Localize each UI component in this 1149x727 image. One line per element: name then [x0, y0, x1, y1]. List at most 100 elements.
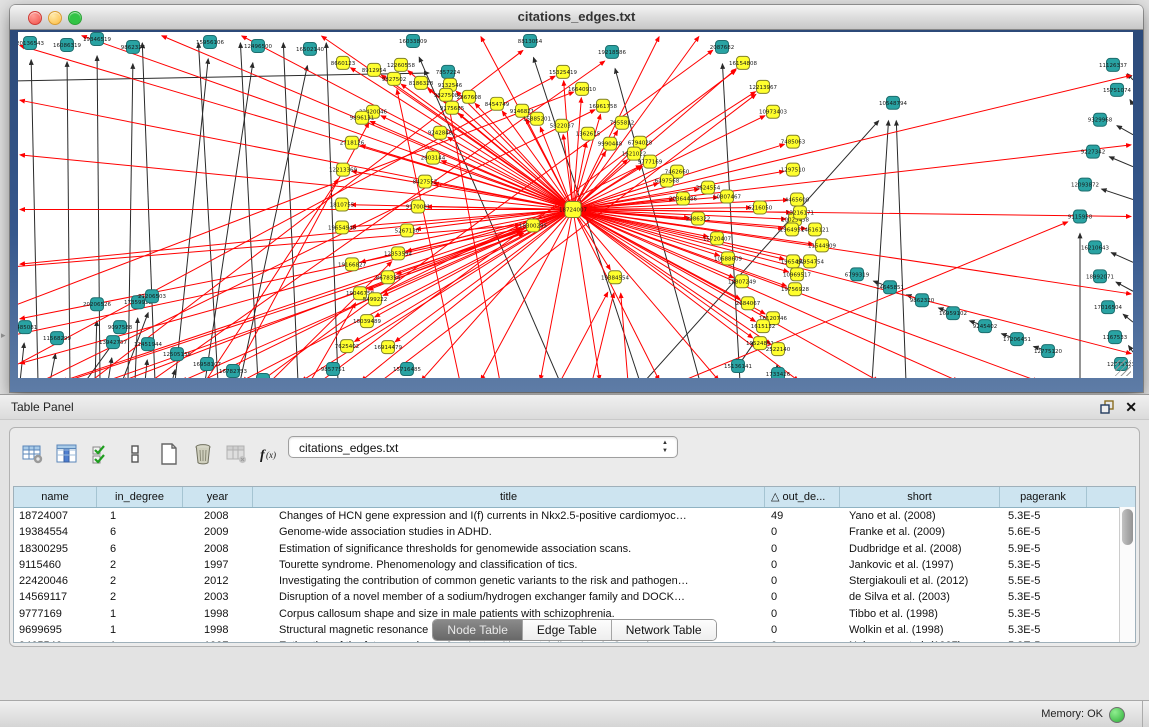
tab-node-table[interactable]: Node Table	[433, 620, 522, 640]
cell-year: 2012	[183, 573, 253, 589]
cell-pagerank: 5.6E-5	[1000, 524, 1087, 540]
node-label: 1810755	[330, 203, 355, 209]
desktop: citations_edges.txt 20136543160863191934…	[0, 0, 1149, 727]
cell-short: de Silva et al. (2003)	[840, 589, 1000, 605]
node-label: 18300295	[519, 223, 547, 229]
node-label: 16210643	[1081, 245, 1109, 251]
float-panel-icon[interactable]	[1099, 399, 1115, 415]
node-label: 15751074	[1103, 88, 1131, 94]
column-header-name[interactable]: name	[14, 487, 97, 507]
network-canvas[interactable]: 2013654316086319193465199862324159561061…	[18, 32, 1133, 378]
node-label: 18724007	[559, 207, 587, 213]
node-label: 15720407	[703, 236, 731, 242]
table-tabs: Node Table Edge Table Network Table	[0, 619, 1149, 640]
rows-icon[interactable]	[120, 440, 150, 468]
node-label: 15716485	[393, 367, 421, 373]
cell-in_degree: 1	[97, 508, 183, 524]
node-label: 18807249	[728, 279, 756, 285]
node-label: 5822037	[550, 124, 575, 130]
memory-indicator[interactable]	[1109, 707, 1125, 723]
citation-network-graph[interactable]: 2013654316086319193465199862324159561061…	[18, 32, 1133, 378]
node-label: 11451944	[134, 342, 162, 348]
node-label: 12213369	[329, 168, 357, 174]
column-header-out_de[interactable]: △ out_de...	[765, 487, 840, 507]
show-columns-icon[interactable]	[52, 440, 82, 468]
node-label: 11126337	[1099, 63, 1127, 69]
node-label: 9115958	[1068, 214, 1093, 220]
close-window-button[interactable]	[28, 11, 42, 25]
node-label: 12260558	[387, 63, 415, 69]
node-label: 10969517	[783, 272, 811, 278]
cell-title: Investigating the contribution of common…	[253, 573, 765, 589]
column-header-pagerank[interactable]: pagerank	[1000, 487, 1087, 507]
node-label: 1615132	[751, 324, 775, 330]
cell-short: Jankovic et al. (1997)	[840, 557, 1000, 573]
table-selector-dropdown[interactable]: citations_edges.txt ▲▼	[288, 436, 678, 458]
node-label: 17016504	[1094, 305, 1122, 311]
node-label: 10688609	[714, 256, 742, 262]
table-row[interactable]: 1872400712008Changes of HCN gene express…	[14, 508, 1135, 524]
tab-network-table[interactable]: Network Table	[611, 620, 716, 640]
node-label: 2684067	[736, 301, 761, 307]
table-row[interactable]: 911546021997Tourette syndrome. Phenomeno…	[14, 557, 1135, 573]
table-settings-icon[interactable]	[18, 440, 48, 468]
column-header-short[interactable]: short	[840, 487, 1000, 507]
cell-short: Stergiakouli et al. (2012)	[840, 573, 1000, 589]
cell-in_degree: 6	[97, 541, 183, 557]
node-label: 12775120	[1034, 349, 1062, 355]
cell-in_degree: 6	[97, 524, 183, 540]
column-header-title[interactable]: title	[253, 487, 765, 507]
node-label: 3915910	[18, 332, 19, 338]
node-label: 7955812	[610, 121, 634, 127]
node-label: 6497568	[655, 179, 680, 185]
function-builder-icon[interactable]: f(x)	[256, 440, 286, 468]
node-label: 1167533	[1103, 335, 1128, 341]
node-label: 8454749	[485, 102, 510, 108]
node-label: 16154808	[729, 61, 757, 67]
column-header-in_degree[interactable]: in_degree	[97, 487, 183, 507]
minimize-window-button[interactable]	[48, 11, 62, 25]
node-label: 16640910	[568, 87, 596, 93]
node-label: 1621022	[622, 152, 646, 158]
cell-title: Estimation of significance thresholds fo…	[253, 541, 765, 557]
tab-edge-table[interactable]: Edge Table	[522, 620, 611, 640]
table-row[interactable]: 1830029562008Estimation of significance …	[14, 541, 1135, 557]
node-label: 12353594	[384, 251, 412, 257]
node-label: 11544909	[808, 243, 836, 249]
node-label: 19218586	[598, 50, 626, 56]
cell-title: Tourette syndrome. Phenomenology and cla…	[253, 557, 765, 573]
column-header-year[interactable]: year	[183, 487, 253, 507]
node-label: 6794028	[628, 141, 653, 147]
node-label: 1297510	[781, 168, 806, 174]
zoom-window-button[interactable]	[68, 11, 82, 25]
cell-short: Yano et al. (2008)	[840, 508, 1000, 524]
node-label: 13942757	[99, 340, 127, 346]
cell-year: 2003	[183, 589, 253, 605]
cell-name: 22420046	[14, 573, 97, 589]
close-panel-icon[interactable]: ✕	[1125, 395, 1137, 419]
network-window-titlebar[interactable]: citations_edges.txt	[10, 5, 1143, 30]
node-label: 8678354	[376, 275, 401, 281]
panel-collapse-arrow-icon[interactable]: ▸	[1, 330, 6, 341]
node-label: 20136543	[18, 41, 44, 47]
new-column-icon[interactable]	[154, 440, 184, 468]
cell-pagerank: 5.5E-5	[1000, 573, 1087, 589]
table-row[interactable]: 1456911722003Disruption of a novel membe…	[14, 589, 1135, 605]
node-label: 8660123	[331, 61, 356, 67]
scrollbar-thumb[interactable]	[1122, 509, 1133, 545]
resize-grip-icon[interactable]	[1115, 360, 1131, 376]
cell-short: Dudbridge et al. (2008)	[840, 541, 1000, 557]
node-label: 9132546	[438, 83, 463, 89]
node-label: 9329968	[1088, 118, 1113, 124]
node-label: 9175685	[440, 106, 465, 112]
window-title: citations_edges.txt	[518, 9, 636, 24]
cell-in_degree: 2	[97, 573, 183, 589]
node-label: 15885201	[523, 117, 551, 123]
node-label: 2867608	[457, 95, 482, 101]
delete-column-icon[interactable]	[188, 440, 218, 468]
table-row[interactable]: 2242004622012Investigating the contribut…	[14, 573, 1135, 589]
column-checklist-icon[interactable]	[86, 440, 116, 468]
cell-year: 2008	[183, 508, 253, 524]
cell-in_degree: 2	[97, 557, 183, 573]
table-row[interactable]: 1938455462009Genome-wide association stu…	[14, 524, 1135, 540]
